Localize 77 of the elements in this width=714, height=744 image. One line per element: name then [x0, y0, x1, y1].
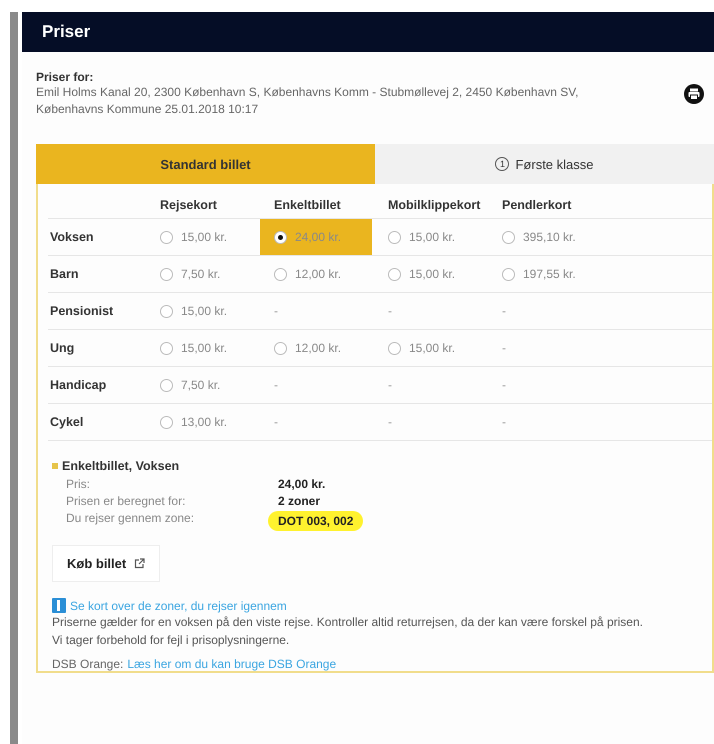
ticket-tab[interactable]: Standard billet [36, 144, 375, 184]
price-text: 7,50 kr. [181, 267, 220, 281]
price-option[interactable]: 12,00 kr. [260, 330, 372, 366]
summary-title: Enkeltbillet, Voksen [62, 459, 180, 473]
radio-icon [274, 268, 287, 280]
empty-price: - [388, 415, 392, 429]
price-text: 12,00 kr. [295, 267, 342, 281]
radio-icon [502, 230, 515, 244]
price-option[interactable]: 15,00 kr. [374, 330, 486, 366]
detail-label: Pris: [66, 477, 90, 491]
price-option[interactable]: 197,55 kr. [488, 256, 600, 292]
empty-price: - [274, 378, 278, 392]
price-text: 15,00 kr. [181, 230, 228, 244]
price-text: 15,00 kr. [409, 341, 456, 355]
info-link[interactable]: Læs her om du kan bruge DSB Orange [127, 657, 336, 671]
map-icon [52, 598, 66, 613]
column-header: Pendlerkort [502, 184, 712, 219]
price-option[interactable]: 24,00 kr. [260, 219, 372, 255]
detail-value: 24,00 kr. [278, 477, 326, 491]
detail-label: Du rejser gennem zone: [66, 511, 194, 527]
detail-label: Prisen er beregnet for: [66, 494, 186, 508]
radio-icon [160, 378, 173, 392]
note-text: Vi tager forbehold for fejl i prisoplysningerne. [52, 632, 290, 649]
empty-price: - [274, 415, 278, 429]
panel-title: Priser [22, 12, 714, 52]
radio-icon [274, 342, 287, 354]
route-text: Emil Holms Kanal 20, 2300 København S, Københavns Komm - Stubmøllevej 2, 2450 København SV, Københavns Kommune 25.01.2018 10:17 [36, 84, 580, 118]
radio-icon [388, 342, 401, 354]
note-text: Priserne gælder for en voksen på den viste rejse. Kontroller altid returrejsen, da der kan være forskel på prisen. [52, 614, 644, 631]
price-text: 197,55 kr. [523, 267, 576, 281]
print-icon[interactable] [684, 84, 704, 104]
price-text: 15,00 kr. [409, 230, 456, 244]
price-text: 15,00 kr. [409, 267, 456, 281]
radio-icon [160, 230, 173, 244]
price-option[interactable]: 15,00 kr. [374, 219, 486, 255]
price-text: 24,00 kr. [295, 230, 342, 244]
external-link-icon [134, 558, 146, 569]
price-text: 13,00 kr. [181, 415, 228, 429]
detail-value: 2 zoner [278, 494, 320, 508]
empty-price: - [502, 304, 506, 318]
price-option[interactable]: 395,10 kr. [488, 219, 600, 255]
price-text: 395,10 kr. [523, 230, 576, 244]
radio-icon [160, 268, 173, 280]
row-label: Barn [48, 256, 160, 293]
footer-label: DSB Orange: [52, 657, 124, 671]
radio-icon [160, 416, 173, 428]
row-label: Pensionist [48, 293, 160, 330]
empty-price: - [502, 415, 506, 429]
empty-price: - [274, 304, 278, 318]
number-icon: 1 [495, 157, 510, 171]
radio-icon [388, 230, 401, 244]
row-label: Cykel [48, 404, 160, 441]
empty-price: - [502, 341, 506, 355]
price-option[interactable]: 12,00 kr. [260, 256, 372, 292]
map-link[interactable]: Se kort over de zoner, du rejser igennem [52, 598, 712, 613]
price-text: 12,00 kr. [295, 341, 342, 355]
route-label: Priser for: [36, 70, 94, 84]
price-text: 7,50 kr. [181, 378, 220, 392]
radio-icon [160, 304, 173, 318]
radio-icon [274, 230, 287, 244]
empty-price: - [388, 304, 392, 318]
detail-value: DOT 003, 002 [268, 511, 364, 531]
radio-icon [502, 268, 515, 280]
buy-ticket-button[interactable]: Køb billet [52, 545, 160, 582]
ticket-tab[interactable]: 1 Første klasse [375, 144, 714, 184]
radio-icon [388, 268, 401, 280]
column-header: Mobilklippekort [388, 184, 502, 219]
price-text: 15,00 kr. [181, 304, 228, 318]
price-text: 15,00 kr. [181, 341, 228, 355]
price-option[interactable]: 15,00 kr. [374, 256, 486, 292]
empty-price: - [502, 378, 506, 392]
empty-price: - [388, 378, 392, 392]
row-label: Ung [48, 330, 160, 367]
row-label: Handicap [48, 367, 160, 404]
row-label: Voksen [48, 219, 160, 256]
radio-icon [160, 342, 173, 354]
square-icon [52, 463, 58, 469]
